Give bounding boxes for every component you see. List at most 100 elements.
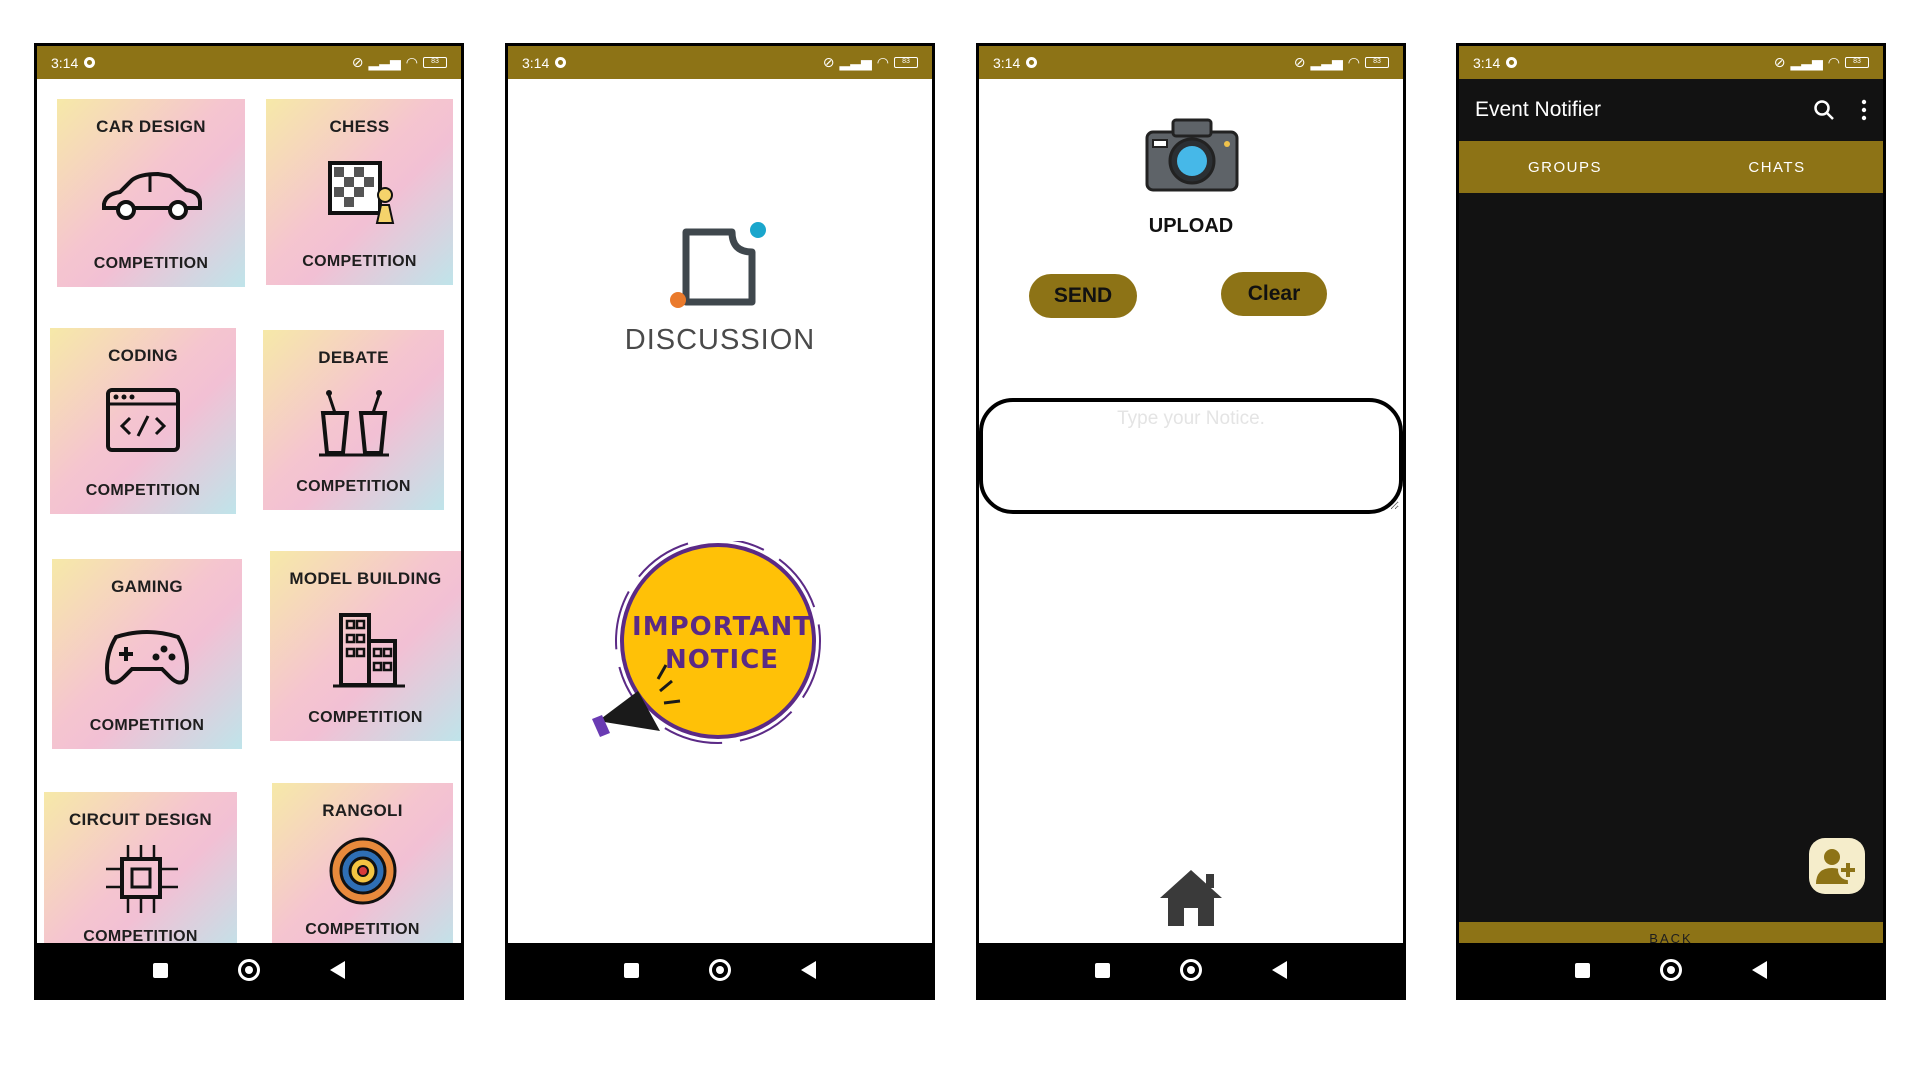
signal-icon: ▂▃▅ [368, 54, 401, 70]
discussion-label: DISCUSSION [624, 324, 816, 356]
card-subtitle: COMPETITION [85, 482, 201, 499]
home-nav-icon[interactable] [1660, 959, 1682, 981]
card-title: MODEL BUILDING [289, 569, 442, 588]
card-subtitle: COMPETITION [308, 709, 423, 726]
upload-button[interactable]: UPLOAD [1129, 110, 1253, 240]
recents-icon[interactable] [1575, 962, 1590, 978]
system-nav-bar [37, 943, 461, 997]
stage: 3:14 ⊘ ▂▃▅ ◠ 83 CAR DESIGN COMPETITION C… [0, 0, 1920, 1080]
notice-line-2: NOTICE [664, 645, 780, 675]
card-rangoli[interactable]: RANGOLI COMPETITION [272, 783, 453, 946]
card-gaming[interactable]: GAMING COMPETITION [52, 559, 242, 749]
wifi-icon: ◠ [876, 54, 889, 70]
card-title: CODING [108, 346, 178, 365]
recents-icon[interactable] [1095, 962, 1110, 978]
phone-competitions: 3:14 ⊘ ▂▃▅ ◠ 83 CAR DESIGN COMPETITION C… [34, 43, 464, 1000]
settings-gear-icon [1506, 57, 1518, 68]
gamepad-icon [105, 630, 189, 685]
notice-input[interactable] [979, 398, 1403, 514]
event-notifier-screen: 3:14 ⊘ ▂▃▅ ◠ 83 Event Notifier GROUPS CH… [1459, 46, 1883, 946]
card-title: CHESS [329, 117, 390, 136]
add-user-button[interactable] [1809, 838, 1865, 894]
status-time: 3:14 [51, 54, 79, 71]
signal-icon: ▂▃▅ [1790, 54, 1823, 70]
signal-icon: ▂▃▅ [839, 54, 872, 70]
notice-text: IMPORTANT NOTICE [622, 611, 822, 677]
phone-event-notifier: 3:14 ⊘ ▂▃▅ ◠ 83 Event Notifier GROUPS CH… [1456, 43, 1886, 1000]
code-icon [106, 388, 180, 452]
card-title: DEBATE [318, 348, 389, 367]
home-icon[interactable] [1156, 866, 1226, 930]
card-car-design[interactable]: CAR DESIGN COMPETITION [57, 99, 245, 287]
upload-label: UPLOAD [1148, 215, 1234, 237]
recents-icon[interactable] [624, 962, 639, 978]
discussion-logo-icon [670, 222, 766, 308]
building-icon [332, 613, 405, 688]
status-bar: 3:14 ⊘ ▂▃▅ ◠ 83 [37, 46, 461, 79]
camera-icon [1145, 118, 1239, 192]
circuit-icon [105, 845, 178, 913]
recents-icon[interactable] [153, 962, 168, 978]
link-icon: ⊘ [1773, 54, 1786, 70]
search-icon[interactable] [1813, 99, 1835, 121]
card-chess[interactable]: CHESS COMPETITION [266, 99, 453, 285]
settings-gear-icon [555, 57, 567, 68]
settings-gear-icon [84, 57, 96, 68]
settings-gear-icon [1026, 57, 1038, 68]
wifi-icon: ◠ [405, 54, 418, 70]
notice-line-1: IMPORTANT [632, 612, 812, 642]
back-nav-icon[interactable] [1272, 961, 1287, 979]
send-button[interactable]: SEND [1029, 274, 1137, 318]
home-nav-icon[interactable] [238, 959, 260, 981]
phone-upload: 3:14 ⊘ ▂▃▅ ◠ 83 UPLOAD SEND Clear Type y… [976, 43, 1406, 1000]
wifi-icon: ◠ [1347, 54, 1360, 70]
card-debate[interactable]: DEBATE COMPETITION [263, 330, 444, 510]
system-nav-bar [508, 943, 932, 997]
card-circuit-design[interactable]: CIRCUIT DESIGN COMPETITION [44, 792, 237, 946]
discussion-button[interactable]: DISCUSSION [608, 216, 832, 366]
phone-discussion: 3:14 ⊘ ▂▃▅ ◠ 83 DISCUSSION IMPORTANT NOT… [505, 43, 935, 1000]
tab-bar: GROUPS CHATS [1459, 141, 1883, 193]
card-title: CIRCUIT DESIGN [68, 810, 213, 829]
card-subtitle: COMPETITION [93, 255, 209, 272]
wifi-icon: ◠ [1827, 54, 1840, 70]
car-icon [102, 171, 202, 220]
link-icon: ⊘ [1293, 54, 1306, 70]
back-nav-icon[interactable] [330, 961, 345, 979]
link-icon: ⊘ [351, 54, 364, 70]
card-coding[interactable]: CODING COMPETITION [50, 328, 236, 514]
back-nav-icon[interactable] [801, 961, 816, 979]
battery-icon: 83 [1845, 57, 1869, 68]
card-title: RANGOLI [322, 801, 403, 820]
home-nav-icon[interactable] [709, 959, 731, 981]
battery-icon: 83 [423, 57, 447, 68]
signal-icon: ▂▃▅ [1310, 54, 1343, 70]
card-subtitle: COMPETITION [89, 717, 205, 734]
status-bar: 3:14 ⊘ ▂▃▅ ◠ 83 [508, 46, 932, 79]
status-bar: 3:14 ⊘ ▂▃▅ ◠ 83 [979, 46, 1403, 79]
important-notice-button[interactable]: IMPORTANT NOTICE [588, 541, 828, 761]
link-icon: ⊘ [822, 54, 835, 70]
system-nav-bar [979, 943, 1403, 997]
competitions-screen: 3:14 ⊘ ▂▃▅ ◠ 83 CAR DESIGN COMPETITION C… [37, 46, 461, 946]
add-person-icon [1816, 849, 1858, 884]
battery-icon: 83 [1365, 57, 1389, 68]
upload-screen: 3:14 ⊘ ▂▃▅ ◠ 83 UPLOAD SEND Clear Type y… [979, 46, 1403, 946]
tab-groups[interactable]: GROUPS [1459, 141, 1671, 193]
clear-button[interactable]: Clear [1221, 272, 1327, 316]
home-nav-icon[interactable] [1180, 959, 1202, 981]
card-subtitle: COMPETITION [302, 253, 417, 270]
more-vert-icon[interactable] [1861, 99, 1867, 121]
status-time: 3:14 [1473, 54, 1501, 71]
status-time: 3:14 [522, 54, 550, 71]
card-subtitle: COMPETITION [305, 921, 420, 938]
tab-chats[interactable]: CHATS [1671, 141, 1883, 193]
status-time: 3:14 [993, 54, 1021, 71]
back-nav-icon[interactable] [1752, 961, 1767, 979]
card-title: GAMING [111, 577, 183, 596]
podium-icon [318, 390, 389, 457]
chess-icon [327, 161, 394, 224]
app-title: Event Notifier [1475, 98, 1602, 121]
card-model-building[interactable]: MODEL BUILDING COMPETITION [270, 551, 461, 741]
discussion-screen: 3:14 ⊘ ▂▃▅ ◠ 83 DISCUSSION IMPORTANT NOT… [508, 46, 932, 946]
